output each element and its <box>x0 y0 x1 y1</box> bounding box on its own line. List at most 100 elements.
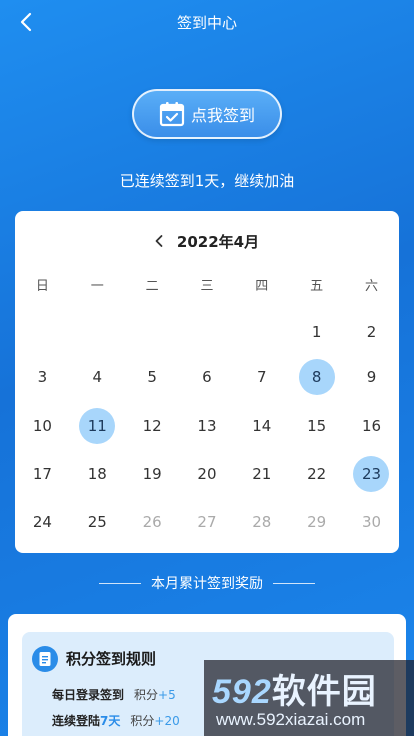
month-title: 2022年4月 <box>176 232 260 251</box>
points-value: +20 <box>154 714 180 728</box>
checkin-label: 点我签到 <box>190 106 255 125</box>
rule-name-text: 连续登陆 <box>52 714 101 728</box>
calendar-day: 20 <box>197 465 217 483</box>
calendar-day-cell <box>70 314 125 350</box>
calendar-day: 10 <box>32 417 52 435</box>
calendar-week-row: 24 25 26 27 28 29 30 <box>15 504 399 540</box>
calendar-day-cell[interactable]: 17 <box>15 456 70 492</box>
calendar-day-cell[interactable]: 13 <box>180 408 235 444</box>
points-label: 积分 <box>134 688 159 702</box>
calendar-day-cell[interactable]: 9 <box>344 359 399 395</box>
page-title: 签到中心 <box>176 13 237 32</box>
calendar-day-cell[interactable]: 21 <box>234 456 289 492</box>
calendar-day: 23 <box>353 456 390 492</box>
app-header: 签到中心 <box>0 0 414 44</box>
calendar-day: 27 <box>197 513 217 531</box>
calendar-day-cell[interactable]: 2 <box>344 314 399 350</box>
calendar-day-cell[interactable]: 4 <box>70 359 125 395</box>
weekday-label: 日 <box>35 279 49 294</box>
document-icon <box>32 646 58 672</box>
calendar-day: 7 <box>257 368 267 386</box>
rules-heading: 积分签到规则 <box>66 650 157 668</box>
watermark-logo-num: 592 <box>212 673 272 711</box>
calendar-day: 21 <box>252 465 272 483</box>
calendar-day: 1 <box>311 323 322 341</box>
divider <box>99 582 141 584</box>
divider <box>273 582 315 584</box>
weekday-label: 三 <box>200 279 214 294</box>
prev-month-button[interactable] <box>151 229 167 253</box>
calendar-day-cell <box>180 314 235 350</box>
rule-consecutive: 连续登陆7天 积分+20 <box>52 712 180 729</box>
calendar-day: 24 <box>32 513 52 531</box>
calendar-day-cell[interactable]: 3 <box>15 359 70 395</box>
calendar-day-cell[interactable]: 6 <box>180 359 235 395</box>
chevron-left-icon <box>20 12 32 32</box>
rule-daily-login: 每日登录签到 积分+5 <box>52 686 176 703</box>
weekday-label: 二 <box>145 279 159 294</box>
calendar-day-cell[interactable]: 20 <box>180 456 235 492</box>
chevron-left-icon <box>155 235 163 247</box>
rule-name: 每日登录签到 <box>52 688 125 702</box>
calendar-day: 13 <box>197 417 217 435</box>
calendar-day-cell[interactable]: 16 <box>344 408 399 444</box>
calendar-day: 26 <box>142 513 162 531</box>
calendar-day-cell[interactable]: 24 <box>15 504 70 540</box>
calendar-week-row: 10 11 12 13 14 15 16 <box>15 408 399 444</box>
calendar-day-cell[interactable]: 5 <box>125 359 180 395</box>
calendar-day-cell[interactable]: 28 <box>234 504 289 540</box>
calendar-header: 2022年4月 <box>15 229 399 253</box>
calendar-day-cell[interactable]: 27 <box>180 504 235 540</box>
weekday-label: 五 <box>310 279 324 294</box>
calendar-day-cell[interactable]: 18 <box>70 456 125 492</box>
watermark-url: www.592xiazai.com <box>216 710 366 729</box>
calendar-day-cell[interactable]: 22 <box>289 456 344 492</box>
weekday-label: 四 <box>255 279 269 294</box>
calendar-day: 11 <box>79 408 116 444</box>
calendar-day: 18 <box>87 465 107 483</box>
calendar-day-cell[interactable]: 19 <box>125 456 180 492</box>
calendar-day-cell[interactable]: 1 <box>289 314 344 350</box>
calendar-day: 25 <box>87 513 107 531</box>
calendar-day-cell[interactable]: 26 <box>125 504 180 540</box>
calendar-day-cell <box>125 314 180 350</box>
rule-name: 连续登陆7天 <box>52 712 120 729</box>
calendar-day-cell[interactable]: 10 <box>15 408 70 444</box>
calendar-day-cell[interactable]: 8 <box>289 359 344 395</box>
rule-points: 积分+5 <box>134 686 176 703</box>
calendar-day: 4 <box>92 368 103 386</box>
weekday-row: 日 一 二 三 四 五 六 <box>15 275 399 297</box>
calendar-day-cell[interactable]: 23 <box>344 456 399 492</box>
checkin-button[interactable]: 点我签到 <box>132 89 282 139</box>
calendar-day-cell[interactable]: 11 <box>70 408 125 444</box>
calendar-day: 5 <box>147 368 157 386</box>
watermark: 592软件园 www.592xiazai.com <box>204 660 414 736</box>
calendar-day: 12 <box>142 417 162 435</box>
calendar-day: 17 <box>32 465 52 483</box>
calendar-day-cell[interactable]: 7 <box>234 359 289 395</box>
weekday-label: 一 <box>90 279 104 294</box>
calendar-day: 15 <box>307 417 327 435</box>
calendar-day-cell[interactable]: 29 <box>289 504 344 540</box>
watermark-logo-text: 软件园 <box>271 673 377 711</box>
calendar-day-cell[interactable]: 30 <box>344 504 399 540</box>
checkin-calendar: 2022年4月 日 一 二 三 四 五 六 1 2 3 4 5 6 7 8 9 10 11 12 13 1… <box>15 211 399 553</box>
points-value: +5 <box>158 688 176 702</box>
calendar-day-cell[interactable]: 25 <box>70 504 125 540</box>
calendar-day-cell[interactable]: 14 <box>234 408 289 444</box>
calendar-week-row: 12 <box>15 314 399 350</box>
weekday-label: 六 <box>364 279 378 294</box>
watermark-logo: 592软件园 <box>212 664 377 713</box>
calendar-day-cell <box>15 314 70 350</box>
points-label: 积分 <box>130 714 155 728</box>
calendar-day: 3 <box>37 368 48 386</box>
streak-status: 已连续签到1天，继续加油 <box>119 172 295 190</box>
calendar-day: 28 <box>252 513 272 531</box>
calendar-day: 16 <box>361 417 382 435</box>
back-button[interactable] <box>14 10 38 34</box>
calendar-day: 6 <box>202 368 212 386</box>
calendar-day: 2 <box>366 323 377 341</box>
calendar-day: 8 <box>298 359 335 395</box>
calendar-day-cell[interactable]: 15 <box>289 408 344 444</box>
calendar-day-cell[interactable]: 12 <box>125 408 180 444</box>
